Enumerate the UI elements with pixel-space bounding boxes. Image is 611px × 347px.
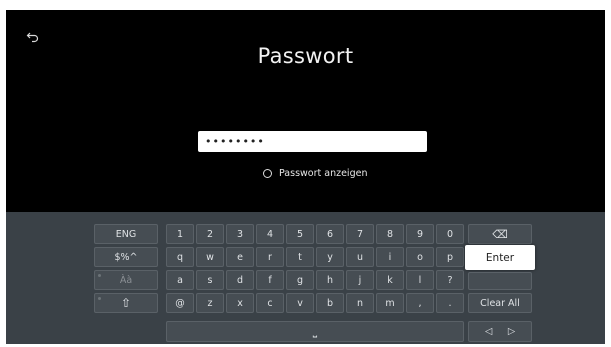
key-i[interactable]: i: [376, 247, 404, 267]
key-k[interactable]: k: [376, 270, 404, 290]
key-7[interactable]: 7: [346, 224, 374, 244]
key-2[interactable]: 2: [196, 224, 224, 244]
key-8[interactable]: 8: [376, 224, 404, 244]
key-a[interactable]: a: [166, 270, 194, 290]
right-arrow-icon[interactable]: ▷: [508, 326, 515, 337]
key-d[interactable]: d: [226, 270, 254, 290]
shift-icon: ⇧: [120, 296, 132, 310]
key-space[interactable]: ⎵: [166, 321, 464, 342]
key-accents-label: Àà: [119, 274, 133, 286]
backspace-icon[interactable]: ⌫: [468, 224, 532, 244]
key-b[interactable]: b: [316, 293, 344, 313]
enter-button[interactable]: Enter: [465, 245, 535, 270]
key-r[interactable]: r: [256, 247, 284, 267]
key-question[interactable]: ?: [436, 270, 464, 290]
key-language[interactable]: ENG: [94, 224, 158, 244]
key-j[interactable]: j: [346, 270, 374, 290]
key-y[interactable]: y: [316, 247, 344, 267]
dot-indicator: [98, 297, 101, 300]
key-t[interactable]: t: [286, 247, 314, 267]
key-0[interactable]: 0: [436, 224, 464, 244]
key-c[interactable]: c: [256, 293, 284, 313]
cursor-arrows: ◁ ▷: [468, 321, 532, 342]
key-h[interactable]: h: [316, 270, 344, 290]
key-v[interactable]: v: [286, 293, 314, 313]
show-password-label: Passwort anzeigen: [279, 167, 368, 179]
key-3[interactable]: 3: [226, 224, 254, 244]
key-o[interactable]: o: [406, 247, 434, 267]
key-m[interactable]: m: [376, 293, 404, 313]
onscreen-keyboard: ENG $%^ Àà ⇧ 1 2 3 4 5 6 7 8 9 0 q w e r…: [6, 212, 605, 344]
key-6[interactable]: 6: [316, 224, 344, 244]
key-u[interactable]: u: [346, 247, 374, 267]
radio-icon: [263, 168, 272, 178]
key-blank[interactable]: [468, 272, 532, 290]
key-comma[interactable]: ,: [406, 293, 434, 313]
key-s[interactable]: s: [196, 270, 224, 290]
key-q[interactable]: q: [166, 247, 194, 267]
back-icon[interactable]: [26, 30, 40, 44]
key-g[interactable]: g: [286, 270, 314, 290]
key-f[interactable]: f: [256, 270, 284, 290]
key-symbols[interactable]: $%^: [94, 247, 158, 267]
key-n[interactable]: n: [346, 293, 374, 313]
key-5[interactable]: 5: [286, 224, 314, 244]
key-z[interactable]: z: [196, 293, 224, 313]
left-arrow-icon[interactable]: ◁: [485, 326, 492, 337]
clear-all-button[interactable]: Clear All: [468, 293, 532, 313]
key-x[interactable]: x: [226, 293, 254, 313]
key-p[interactable]: p: [436, 247, 464, 267]
key-4[interactable]: 4: [256, 224, 284, 244]
tv-screen: Passwort •••••••• Passwort anzeigen ENG …: [6, 10, 605, 344]
key-shift[interactable]: ⇧: [94, 293, 158, 313]
page-title: Passwort: [257, 44, 354, 68]
key-accents[interactable]: Àà: [94, 270, 158, 290]
key-at[interactable]: @: [166, 293, 194, 313]
key-1[interactable]: 1: [166, 224, 194, 244]
key-l[interactable]: l: [406, 270, 434, 290]
password-dialog: Passwort •••••••• Passwort anzeigen: [6, 10, 605, 212]
key-w[interactable]: w: [196, 247, 224, 267]
key-period[interactable]: .: [436, 293, 464, 313]
password-input[interactable]: ••••••••: [198, 131, 427, 152]
dot-indicator: [98, 274, 101, 277]
show-password-option[interactable]: Passwort anzeigen: [263, 166, 367, 180]
key-e[interactable]: e: [226, 247, 254, 267]
key-9[interactable]: 9: [406, 224, 434, 244]
